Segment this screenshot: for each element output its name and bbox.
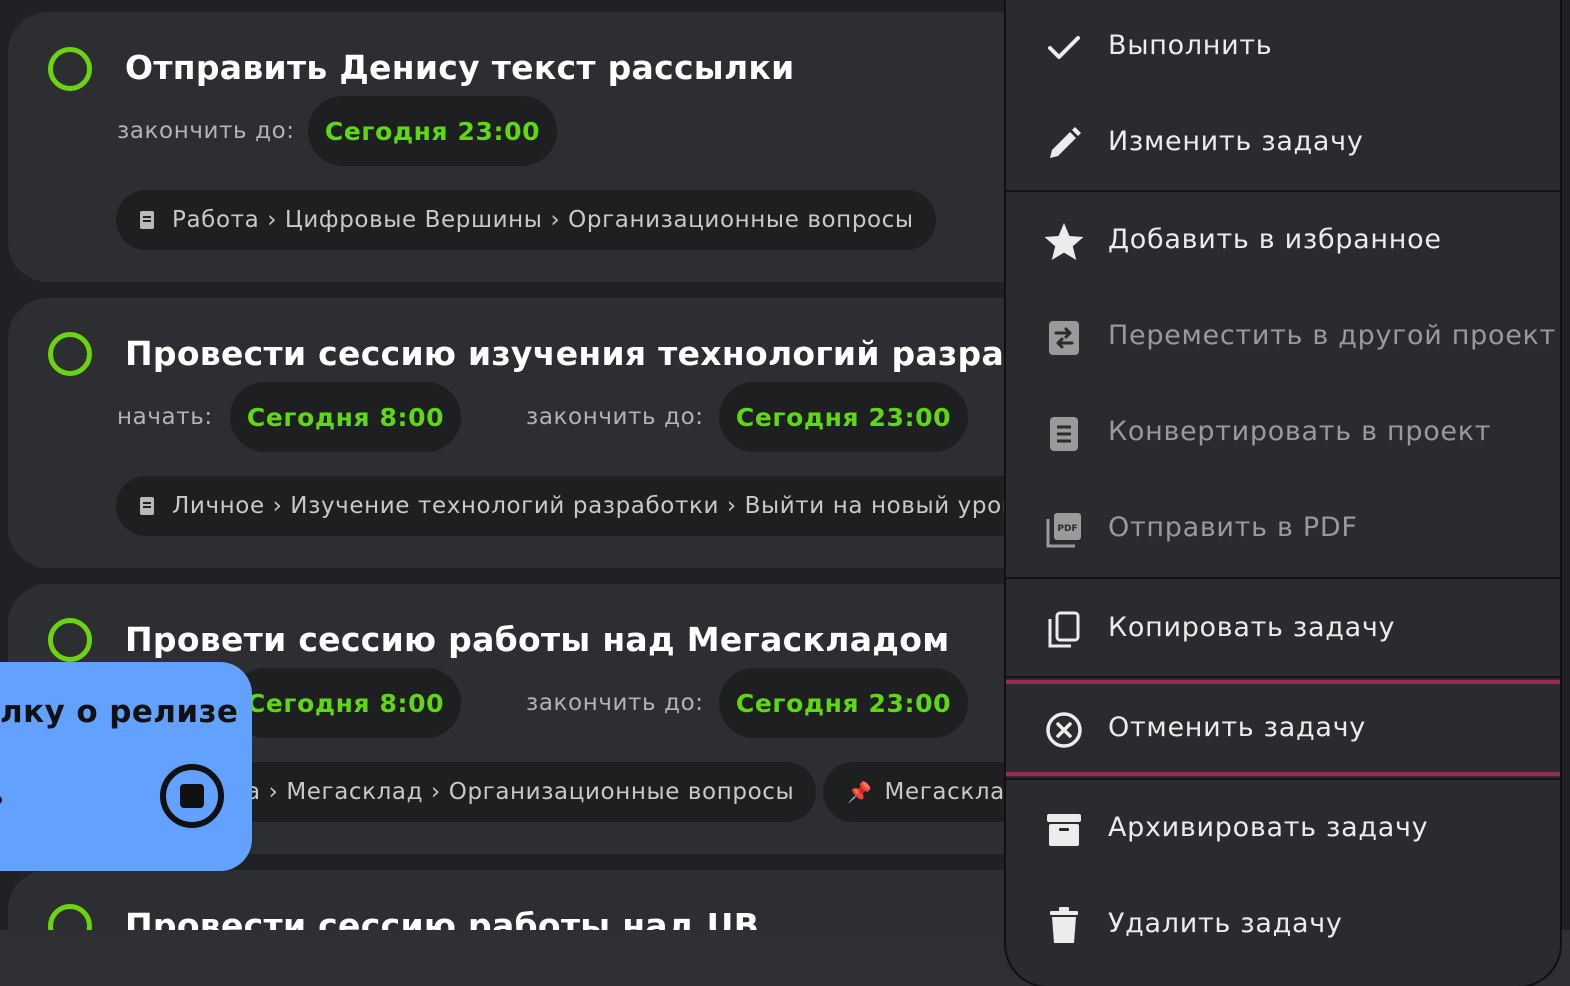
svg-text:PDF: PDF <box>1057 524 1077 534</box>
complete-checkbox[interactable] <box>48 904 92 930</box>
complete-checkbox[interactable] <box>48 332 92 376</box>
breadcrumb-text: Личное › Изучение технологий разработки … <box>172 493 1061 519</box>
highlight-frame <box>1006 680 1560 776</box>
menu-divider <box>1006 190 1560 192</box>
menu-item-move[interactable]: Переместить в другой проект <box>1006 290 1560 386</box>
task-title: Отправить Денису текст рассылки <box>125 48 795 87</box>
menu-item-edit[interactable]: Изменить задачу <box>1006 96 1560 192</box>
end-date-pill[interactable]: Сегодня 23:00 <box>719 382 968 452</box>
end-label: закончить до: <box>117 118 295 144</box>
task-title: Провести сессию изучения технологий разр… <box>125 334 1116 373</box>
timer-dot <box>0 796 2 804</box>
menu-item-convert[interactable]: Конвертировать в проект <box>1006 386 1560 482</box>
menu-item-label: Выполнить <box>1108 30 1273 61</box>
menu-item-archive[interactable]: Архивировать задачу <box>1006 782 1560 878</box>
task-card[interactable]: Отправить Денису текст рассылки закончит… <box>8 12 1108 282</box>
pdf-icon: PDF <box>1042 510 1086 550</box>
timer-widget[interactable]: лку о релизе <box>0 662 252 871</box>
menu-item-delete[interactable]: Удалить задачу <box>1006 878 1560 974</box>
menu-item-favorite[interactable]: Добавить в избранное <box>1006 194 1560 290</box>
breadcrumb-text: а › Мегасклад › Организационные вопросы <box>246 779 795 805</box>
project-breadcrumb[interactable]: а › Мегасклад › Организационные вопросы <box>194 762 817 822</box>
task-title: Провети сессию работы над Мегаскладом <box>125 620 950 659</box>
menu-item-label: Отправить в PDF <box>1108 512 1358 543</box>
start-label: начать: <box>117 404 213 430</box>
timer-task-text: лку о релизе <box>0 694 239 730</box>
context-menu: Выполнить Изменить задачу Добавить в изб… <box>1004 0 1562 986</box>
star-icon <box>1042 222 1086 262</box>
project-breadcrumb[interactable]: Работа › Цифровые Вершины › Организацион… <box>116 190 936 250</box>
archive-icon <box>1042 810 1086 850</box>
menu-item-pdf[interactable]: PDF Отправить в PDF <box>1006 482 1560 578</box>
menu-item-label: Добавить в избранное <box>1108 224 1442 255</box>
menu-divider <box>1006 778 1560 780</box>
check-icon <box>1042 28 1086 68</box>
start-date-pill[interactable]: Сегодня 8:00 <box>230 382 461 452</box>
menu-item-label: Удалить задачу <box>1108 908 1343 939</box>
document-icon <box>1042 414 1086 454</box>
end-date-pill[interactable]: Сегодня 23:00 <box>308 96 557 166</box>
trash-icon <box>1042 906 1086 946</box>
breadcrumb-text: Работа › Цифровые Вершины › Организацион… <box>172 207 914 233</box>
menu-item-label: Конвертировать в проект <box>1108 416 1492 447</box>
menu-item-copy[interactable]: Копировать задачу <box>1006 582 1560 678</box>
menu-divider <box>1006 676 1560 678</box>
menu-item-complete[interactable]: Выполнить <box>1006 0 1560 96</box>
pencil-icon <box>1042 124 1086 164</box>
project-icon <box>140 497 154 515</box>
end-label: закончить до: <box>526 690 704 716</box>
pin-icon: 📌 <box>847 780 873 804</box>
menu-item-label: Архивировать задачу <box>1108 812 1429 843</box>
task-card[interactable]: Провести сессию изучения технологий разр… <box>8 298 1116 568</box>
project-breadcrumb[interactable]: Личное › Изучение технологий разработки … <box>116 476 1083 536</box>
end-date-pill[interactable]: Сегодня 23:00 <box>719 668 968 738</box>
tag-text: Мегасклад <box>884 779 1022 805</box>
menu-item-label: Переместить в другой проект <box>1108 320 1556 351</box>
task-card[interactable]: Провести сессию работы над UB <box>8 870 1108 930</box>
menu-item-label: Изменить задачу <box>1108 126 1364 157</box>
stop-icon[interactable] <box>160 764 224 828</box>
end-label: закончить до: <box>526 404 704 430</box>
menu-item-label: Копировать задачу <box>1108 612 1396 643</box>
move-icon <box>1042 318 1086 358</box>
task-title: Провести сессию работы над UB <box>125 906 760 930</box>
copy-icon <box>1042 610 1086 650</box>
project-icon <box>140 211 154 229</box>
complete-checkbox[interactable] <box>48 47 92 91</box>
menu-divider <box>1006 577 1560 579</box>
complete-checkbox[interactable] <box>48 618 92 662</box>
start-date-pill[interactable]: Сегодня 8:00 <box>230 668 461 738</box>
